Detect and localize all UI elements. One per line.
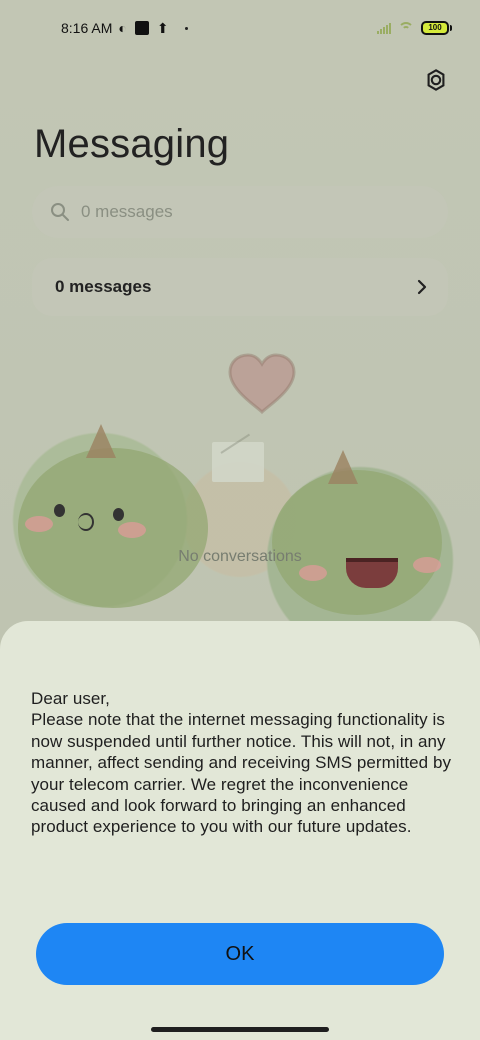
empty-state-text: No conversations [178, 548, 302, 565]
status-time: 8:16 AM [61, 20, 113, 36]
messaging-screen: 8:16 AM ◐ ⬆ 100 Messaging 0 messages 0 m… [0, 0, 480, 1040]
status-bar: 8:16 AM ◐ ⬆ 100 [61, 17, 452, 39]
wifi-icon [397, 22, 415, 34]
signal-icon [377, 22, 391, 34]
app-icon: ◐ [118, 20, 127, 36]
dialog-message: Dear user, Please note that the internet… [31, 689, 452, 837]
dinosaur-right-mouth [346, 558, 398, 588]
empty-state: No conversations [174, 433, 306, 572]
search-icon [51, 203, 69, 221]
cheek-right-2 [413, 557, 441, 573]
upload-icon: ⬆ [156, 19, 169, 36]
heart-illustration [228, 353, 296, 415]
dinosaur-left-mouth [78, 513, 94, 531]
cheek-left-2 [118, 522, 146, 538]
messages-count-label: 0 messages [55, 277, 152, 296]
gesture-navigation-pill[interactable] [151, 1027, 329, 1032]
dinosaur-left-horn [86, 424, 116, 458]
empty-message-paper-icon [212, 442, 264, 482]
search-placeholder: 0 messages [81, 202, 173, 221]
battery-icon: 100 [421, 21, 452, 35]
messages-summary-row[interactable]: 0 messages [32, 258, 448, 316]
more-notifications-dot-icon [184, 26, 188, 30]
chevron-right-icon [417, 279, 427, 295]
search-input[interactable]: 0 messages [32, 186, 448, 238]
notification-square-icon [134, 21, 149, 35]
status-notification-icons: ◐ ⬆ [118, 19, 188, 37]
page-title: Messaging [34, 122, 230, 166]
gear-icon[interactable] [424, 68, 448, 92]
dinosaur-right-horn [328, 450, 358, 484]
status-system-icons: 100 [377, 21, 452, 35]
dinosaur-left-eye-2 [113, 508, 124, 521]
dinosaur-left-eye-1 [54, 504, 65, 517]
empty-conversations-icon [212, 433, 268, 484]
ok-button[interactable]: OK [36, 923, 444, 985]
cheek-left-1 [25, 516, 53, 532]
